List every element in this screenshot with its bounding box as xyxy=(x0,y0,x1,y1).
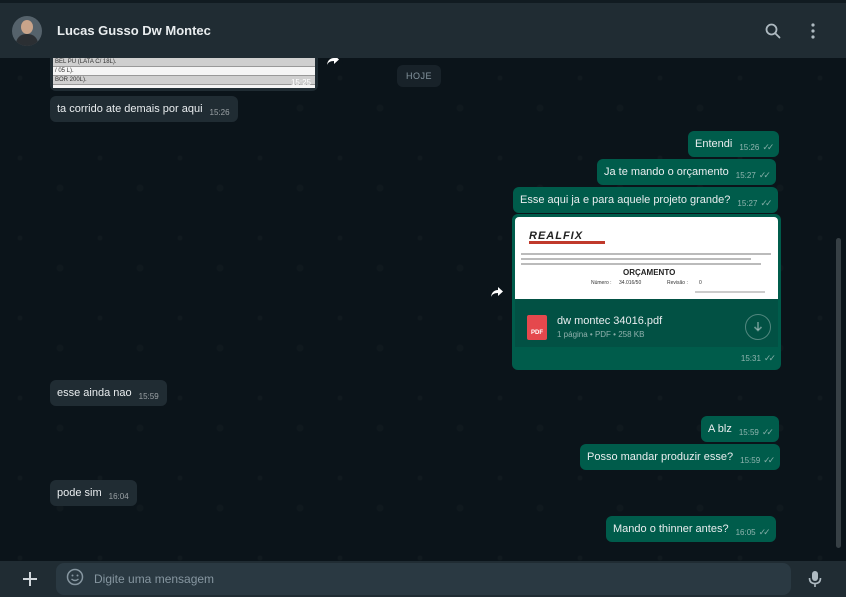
document-title: ORÇAMENTO xyxy=(623,268,676,277)
message-time: 15:25 xyxy=(290,78,311,87)
preview-line xyxy=(521,253,771,255)
read-ticks-icon: ✓✓ xyxy=(763,352,776,363)
chat-header: Lucas Gusso Dw Montec xyxy=(0,0,846,58)
contact-name[interactable]: Lucas Gusso Dw Montec xyxy=(57,23,211,38)
microphone-icon[interactable] xyxy=(804,570,826,588)
message-time: 16:04 xyxy=(108,492,129,501)
message-text: Mando o thinner antes? xyxy=(613,523,729,535)
logo-underline xyxy=(529,241,605,244)
revision-value: 0 xyxy=(699,280,702,286)
download-button[interactable] xyxy=(745,314,771,340)
read-ticks-icon: ✓✓ xyxy=(762,142,774,152)
message-out[interactable]: A blz 15:59 ✓✓ xyxy=(701,416,779,442)
image-preview: BEL PU (LATA C/ 18L). / 05 L). BOR 200L)… xyxy=(53,58,315,88)
document-message[interactable]: REALFIX ORÇAMENTO Número : 34.016/50 Rev… xyxy=(512,214,781,370)
document-texts: dw montec 34016.pdf 1 página • PDF • 258… xyxy=(557,315,662,339)
whatsapp-app: Lucas Gusso Dw Montec BEL PU (LATA C/ 18… xyxy=(0,0,846,597)
message-time: 15:27 xyxy=(737,199,758,208)
message-out[interactable]: Entendi 15:26 ✓✓ xyxy=(688,131,780,157)
document-name: dw montec 34016.pdf xyxy=(557,315,663,327)
message-text: Esse aqui ja e para aquele projeto grand… xyxy=(520,194,731,206)
avatar-body xyxy=(16,33,38,46)
read-ticks-icon: ✓✓ xyxy=(758,170,771,180)
image-row: / 05 L). xyxy=(53,67,315,76)
document-preview[interactable]: REALFIX ORÇAMENTO Número : 34.016/50 Rev… xyxy=(515,217,778,299)
message-text: Posso mandar produzir esse? xyxy=(587,451,734,463)
composer xyxy=(0,561,846,597)
message-out[interactable]: Ja te mando o orçamento 15:27 ✓✓ xyxy=(597,159,776,185)
image-row: BEL PU (LATA C/ 18L). xyxy=(53,58,315,67)
document-footer: 15:31 ✓✓ xyxy=(515,347,778,369)
read-ticks-icon: ✓✓ xyxy=(761,427,774,437)
message-in[interactable]: ta corrido ate demais por aqui 15:26 xyxy=(50,96,238,122)
message-time: 15:59 xyxy=(738,428,759,437)
message-time: 16:05 xyxy=(735,528,756,537)
revision-label: Revisão : xyxy=(667,280,688,286)
download-icon xyxy=(753,322,763,332)
forward-icon[interactable] xyxy=(323,58,343,70)
message-text: Entendi xyxy=(695,138,733,150)
search-icon[interactable] xyxy=(762,20,784,42)
read-ticks-icon: ✓✓ xyxy=(760,198,772,208)
message-list[interactable]: BEL PU (LATA C/ 18L). / 05 L). BOR 200L)… xyxy=(0,58,846,561)
avatar-face xyxy=(21,19,33,34)
message-out[interactable]: Posso mandar produzir esse? 15:59 ✓✓ xyxy=(580,444,781,470)
message-time: 15:26 xyxy=(739,143,760,152)
document-info: PDF dw montec 34016.pdf 1 página • PDF •… xyxy=(515,299,778,347)
day-chip: HOJE xyxy=(397,65,442,87)
preview-line xyxy=(521,263,761,265)
preview-line xyxy=(521,258,751,260)
image-row: BOR 200L). xyxy=(53,76,315,85)
sticker-icon[interactable] xyxy=(66,568,84,591)
message-time: 15:26 xyxy=(209,108,230,117)
message-time: 15:59 xyxy=(740,456,761,465)
message-in[interactable]: pode sim 16:04 xyxy=(50,480,137,506)
message-time: 15:27 xyxy=(735,171,756,180)
read-ticks-icon: ✓✓ xyxy=(763,455,775,465)
message-input[interactable] xyxy=(94,572,694,586)
forward-icon[interactable] xyxy=(487,282,507,302)
message-time: 15:59 xyxy=(138,392,159,401)
avatar[interactable] xyxy=(12,15,42,46)
message-out[interactable]: Mando o thinner antes? 16:05 ✓✓ xyxy=(606,516,776,542)
message-text: A blz xyxy=(708,423,732,435)
number-label: Número : xyxy=(591,280,612,286)
message-input-box[interactable] xyxy=(56,563,791,595)
preview-line xyxy=(695,291,765,293)
document-meta: 1 página • PDF • 258 KB xyxy=(557,330,645,339)
pdf-file-icon: PDF xyxy=(527,314,547,340)
message-text: ta corrido ate demais por aqui xyxy=(57,103,203,115)
header-actions xyxy=(762,20,824,42)
read-ticks-icon: ✓✓ xyxy=(758,527,771,537)
scrollbar[interactable] xyxy=(836,238,841,548)
message-out[interactable]: Esse aqui ja e para aquele projeto grand… xyxy=(513,187,778,213)
plus-icon[interactable] xyxy=(15,571,45,587)
message-text: esse ainda nao xyxy=(57,387,132,399)
image-message-fragment[interactable]: BEL PU (LATA C/ 18L). / 05 L). BOR 200L)… xyxy=(50,58,318,91)
message-time: 15:31 xyxy=(740,353,761,363)
kebab-menu-icon[interactable] xyxy=(802,20,824,42)
number-value: 34.016/50 xyxy=(619,280,642,286)
message-in[interactable]: esse ainda nao 15:59 xyxy=(50,380,167,406)
pdf-badge: PDF xyxy=(531,329,543,336)
message-text: Ja te mando o orçamento xyxy=(604,166,729,178)
message-text: pode sim xyxy=(57,487,102,499)
